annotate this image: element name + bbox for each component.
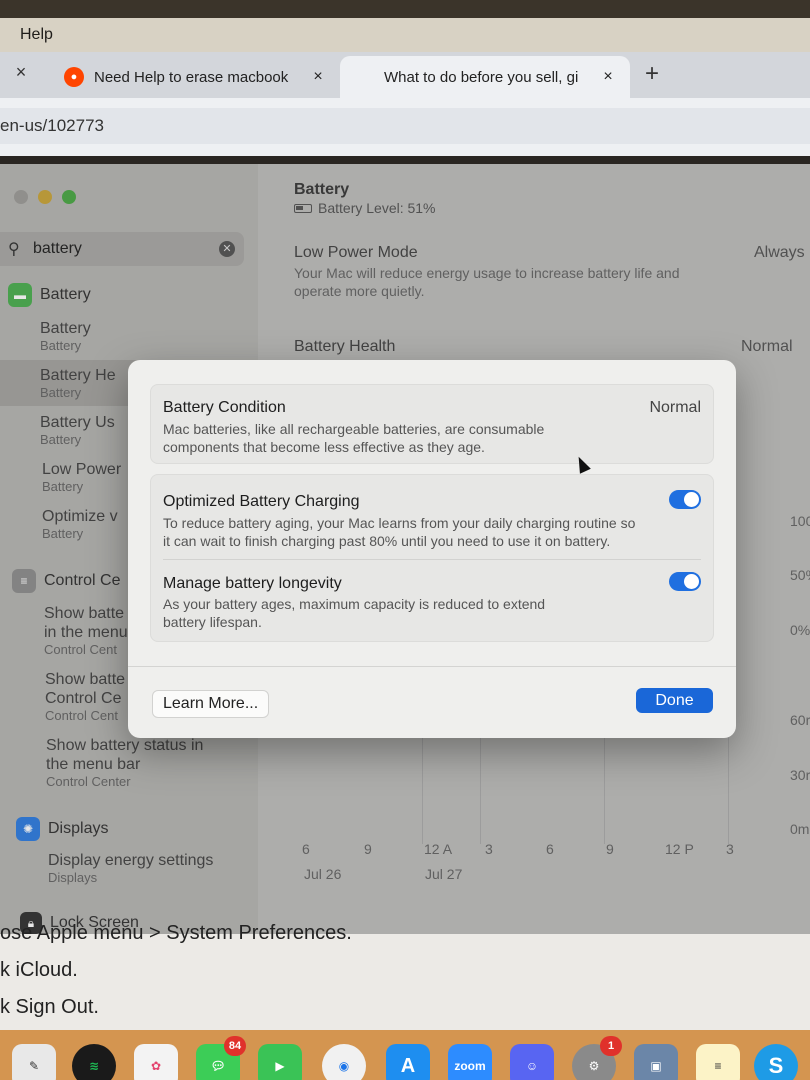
close-tab-icon[interactable]: ×: [10, 62, 32, 83]
apple-icon: [354, 67, 374, 87]
chrome-icon[interactable]: ◉: [322, 1044, 366, 1080]
toggle-knob: [684, 492, 699, 507]
close-tab-icon[interactable]: ×: [596, 68, 620, 86]
divider: [163, 559, 701, 560]
learn-more-button[interactable]: Learn More...: [152, 690, 270, 718]
tab-strip: × ● Need Help to erase macbook × What to…: [0, 52, 810, 98]
system-settings-icon[interactable]: ⚙ 1: [572, 1036, 622, 1080]
battery-condition-desc: components that become less effective as…: [163, 439, 485, 455]
battery-condition-value: Normal: [649, 399, 701, 416]
settings-badge: 1: [600, 1036, 622, 1056]
battery-longevity-desc: battery lifespan.: [163, 614, 262, 630]
app-store-icon[interactable]: A: [386, 1044, 430, 1080]
menu-help[interactable]: Help: [20, 26, 53, 44]
battery-condition-desc: Mac batteries, like all rechargeable bat…: [163, 421, 545, 437]
battery-longevity-toggle[interactable]: [669, 572, 701, 591]
tab-reddit[interactable]: ● Need Help to erase macbook ×: [50, 56, 340, 98]
preview-icon[interactable]: ▣: [634, 1044, 678, 1080]
close-tab-icon[interactable]: ×: [306, 68, 330, 86]
address-bar: en-us/102773: [0, 98, 810, 156]
battery-health-sheet: Battery Condition Normal Mac batteries, …: [128, 360, 736, 738]
url-text[interactable]: en-us/102773: [0, 116, 104, 136]
toggle-knob: [684, 574, 699, 589]
tab-title: What to do before you sell, gi: [384, 68, 579, 86]
dock: ✎ ≋ ✿ 💬︎ 84 ▶ ◉ A zoom ☺ ⚙ 1 ▣ ≡ S: [0, 1030, 810, 1080]
optimized-charging-toggle[interactable]: [669, 490, 701, 509]
tab-title: Need Help to erase macbook: [94, 68, 289, 86]
skype-icon[interactable]: S: [754, 1044, 798, 1080]
battery-condition-title: Battery Condition: [163, 399, 286, 416]
article-step: k iCloud.: [0, 959, 78, 981]
divider: [128, 666, 736, 667]
discord-icon[interactable]: ☺: [510, 1044, 554, 1080]
charging-options-card: Optimized Battery Charging To reduce bat…: [150, 474, 714, 642]
menu-bar: Help: [0, 0, 810, 52]
facetime-icon[interactable]: ▶: [258, 1044, 302, 1080]
new-tab-button[interactable]: +: [640, 60, 664, 88]
notes-pencil-icon[interactable]: ✎: [12, 1044, 56, 1080]
messages-badge: 84: [224, 1036, 246, 1056]
battery-condition-card: Battery Condition Normal Mac batteries, …: [150, 384, 714, 464]
tab-apple-support[interactable]: What to do before you sell, gi ×: [340, 56, 630, 98]
done-button[interactable]: Done: [636, 688, 713, 713]
web-article: ose Apple menu > System Preferences. k i…: [0, 922, 810, 1030]
notes-icon[interactable]: ≡: [696, 1044, 740, 1080]
article-step: k Sign Out.: [0, 996, 99, 1018]
zoom-icon[interactable]: zoom: [448, 1044, 492, 1080]
battery-longevity-title: Manage battery longevity: [163, 575, 342, 592]
optimized-charging-desc: To reduce battery aging, your Mac learns…: [163, 515, 636, 531]
optimized-charging-title: Optimized Battery Charging: [163, 493, 360, 510]
battery-longevity-desc: As your battery ages, maximum capacity i…: [163, 596, 546, 612]
article-step: ose Apple menu > System Preferences.: [0, 922, 352, 944]
reddit-icon: ●: [64, 67, 84, 87]
optimized-charging-desc: it can wait to finish charging past 80% …: [163, 533, 611, 549]
url-field[interactable]: [0, 108, 810, 144]
photos-icon[interactable]: ✿: [134, 1044, 178, 1080]
messages-icon[interactable]: 💬︎ 84: [196, 1036, 246, 1080]
spotify-icon[interactable]: ≋: [72, 1044, 116, 1080]
